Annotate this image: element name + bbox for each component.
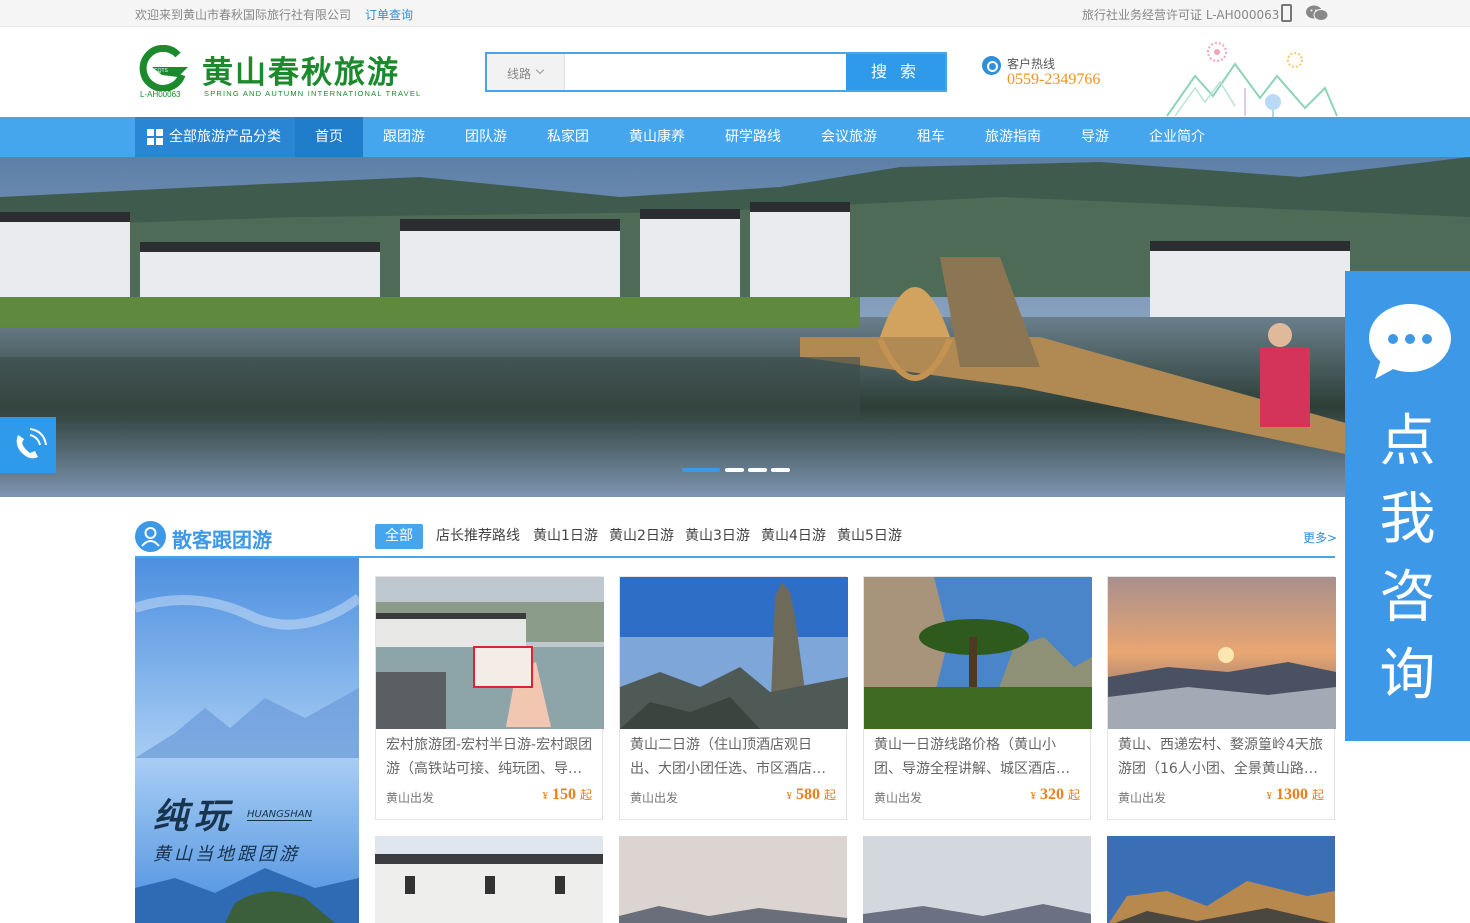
nav-item-car-rental[interactable]: 租车 (897, 117, 965, 157)
site-logo[interactable]: CQTS 黄山春秋旅游 SPRING AND AUTUMN INTERNATIO… (138, 45, 428, 103)
nav-item-group-tour[interactable]: 跟团游 (363, 117, 445, 157)
chat-bubble-icon (1369, 304, 1451, 379)
product-departure: 黄山出发 (1118, 791, 1167, 805)
logo-license-code: L-AH00063 (140, 90, 181, 99)
consult-char-2: 我 (1379, 487, 1436, 552)
logo-chinese-name: 黄山春秋旅游 (202, 55, 400, 91)
nav-item-meeting-tour[interactable]: 会议旅游 (801, 117, 897, 157)
nav-item-team-tour[interactable]: 团队游 (445, 117, 527, 157)
search-category-select[interactable]: 线路 (487, 54, 565, 90)
user-icon (135, 521, 166, 552)
side-ad-image (135, 558, 359, 923)
product-card[interactable]: 黄山二日游（住山顶酒店观日出、大团小团任选、市区酒店… 黄山出发 ¥ 580 起 (619, 576, 848, 820)
nav-item-study-tour[interactable]: 研学路线 (705, 117, 801, 157)
search-button[interactable]: 搜 索 (846, 54, 945, 90)
logo-badge: CQTS (154, 68, 169, 74)
product-price: ¥ 580 起 (786, 786, 836, 803)
tab-all[interactable]: 全部 (375, 524, 423, 549)
product-card-image[interactable] (863, 836, 1091, 923)
phone-call-icon (16, 428, 47, 459)
tab-4-day[interactable]: 黄山4日游 (761, 524, 826, 549)
consult-char-3: 咨 (1379, 565, 1436, 630)
customer-hotline: 客户热线 0559-2349766 (982, 54, 1112, 94)
product-departure: 黄山出发 (630, 791, 679, 805)
nav-item-home[interactable]: 首页 (295, 117, 363, 157)
product-title[interactable]: 黄山、西递宏村、婺源篁岭4天旅游团（16人小团、全景黄山路… (1118, 733, 1326, 781)
hotline-label: 客户热线 (1007, 57, 1056, 71)
license-text: 旅行社业务经营许可证 L-AH000063 (1082, 8, 1280, 22)
logo-mark-icon: CQTS (139, 45, 188, 91)
product-title[interactable]: 宏村旅游团-宏村半日游-宏村跟团游（高铁站可接、纯玩团、导… (386, 733, 594, 781)
more-link[interactable]: 更多> (1303, 529, 1337, 546)
chevron-down-icon (535, 65, 545, 75)
tab-3-day[interactable]: 黄山3日游 (685, 524, 750, 549)
logo-english-name: SPRING AND AUTUMN INTERNATIONAL TRAVEL (204, 89, 422, 98)
order-query-link[interactable]: 订单查询 (365, 6, 413, 23)
tab-2-day[interactable]: 黄山2日游 (609, 524, 674, 549)
all-categories-label: 全部旅游产品分类 (169, 129, 281, 145)
product-departure: 黄山出发 (386, 791, 435, 805)
nav-item-tour-guide[interactable]: 导游 (1061, 117, 1129, 157)
product-price: ¥ 320 起 (1030, 786, 1080, 803)
product-card-image[interactable] (375, 836, 603, 923)
banner-dot-2[interactable] (725, 468, 744, 472)
tab-5-day[interactable]: 黄山5日游 (837, 524, 902, 549)
consult-text: 点 我 咨 询 (1345, 403, 1470, 715)
nav-item-private-tour[interactable]: 私家团 (527, 117, 609, 157)
product-image (1108, 577, 1336, 729)
product-title[interactable]: 黄山二日游（住山顶酒店观日出、大团小团任选、市区酒店… (630, 733, 838, 781)
product-card[interactable]: 黄山一日游线路价格（黄山小团、导游全程讲解、城区酒店… 黄山出发 ¥ 320 起 (863, 576, 1092, 820)
welcome-text: 欢迎来到黄山市春秋国际旅行社有限公司 (135, 8, 352, 22)
top-bar: 欢迎来到黄山市春秋国际旅行社有限公司 订单查询 旅行社业务经营许可证 L-AH0… (0, 0, 1470, 27)
search-bar: 线路 搜 索 (485, 52, 947, 92)
side-ad-banner[interactable]: 纯玩 HUANGSHAN 黄山当地跟团游 (135, 558, 359, 923)
product-card-image[interactable] (1107, 836, 1335, 923)
side-ad-title: 纯玩 (153, 797, 236, 837)
nav-item-travel-guide[interactable]: 旅游指南 (965, 117, 1061, 157)
search-category-label: 线路 (507, 67, 532, 81)
side-ad-subtitle: 黄山当地跟团游 (153, 844, 300, 865)
mountain-decoration-icon (1166, 42, 1338, 118)
main-nav: 全部旅游产品分类 首页 跟团游 团队游 私家团 黄山康养 研学路线 会议旅游 租… (0, 117, 1470, 157)
nav-item-wellness[interactable]: 黄山康养 (609, 117, 705, 157)
product-title[interactable]: 黄山一日游线路价格（黄山小团、导游全程讲解、城区酒店… (874, 733, 1082, 781)
banner-dot-3[interactable] (748, 468, 767, 472)
banner-dot-4[interactable] (771, 468, 790, 472)
banner-dot-1[interactable] (682, 468, 720, 472)
product-image (376, 577, 604, 729)
wechat-icon[interactable] (1306, 5, 1328, 21)
phone-icon (982, 56, 1001, 75)
tab-manager-recommended[interactable]: 店长推荐路线 (436, 524, 520, 549)
page: 欢迎来到黄山市春秋国际旅行社有限公司 订单查询 旅行社业务经营许可证 L-AH0… (0, 0, 1470, 923)
product-card[interactable]: 黄山、西递宏村、婺源篁岭4天旅游团（16人小团、全景黄山路… 黄山出发 ¥ 13… (1107, 576, 1336, 820)
grid-icon (147, 129, 163, 145)
product-card[interactable]: 宏村旅游团-宏村半日游-宏村跟团游（高铁站可接、纯玩团、导… 黄山出发 ¥ 15… (375, 576, 604, 820)
consult-char-1: 点 (1379, 409, 1436, 474)
mobile-icon[interactable] (1281, 4, 1292, 22)
all-categories-menu[interactable]: 全部旅游产品分类 (135, 117, 295, 157)
product-price: ¥ 150 起 (542, 786, 592, 803)
product-image (864, 577, 1092, 729)
hero-banner[interactable] (0, 157, 1470, 497)
product-card-image[interactable] (619, 836, 847, 923)
product-image (620, 577, 848, 729)
product-price: ¥ 1300 起 (1266, 786, 1324, 803)
side-ad-en: HUANGSHAN (247, 809, 313, 821)
banner-image (0, 157, 1470, 497)
side-phone-button[interactable] (0, 417, 56, 473)
hotline-number[interactable]: 0559-2349766 (1007, 71, 1100, 89)
search-input[interactable] (567, 54, 847, 90)
consult-float-panel[interactable]: 点 我 咨 询 (1345, 271, 1470, 741)
consult-char-4: 询 (1379, 643, 1436, 708)
nav-item-company-intro[interactable]: 企业简介 (1129, 117, 1225, 157)
product-departure: 黄山出发 (874, 791, 923, 805)
section-title-text: 散客跟团游 (172, 528, 272, 552)
tab-1-day[interactable]: 黄山1日游 (533, 524, 598, 549)
